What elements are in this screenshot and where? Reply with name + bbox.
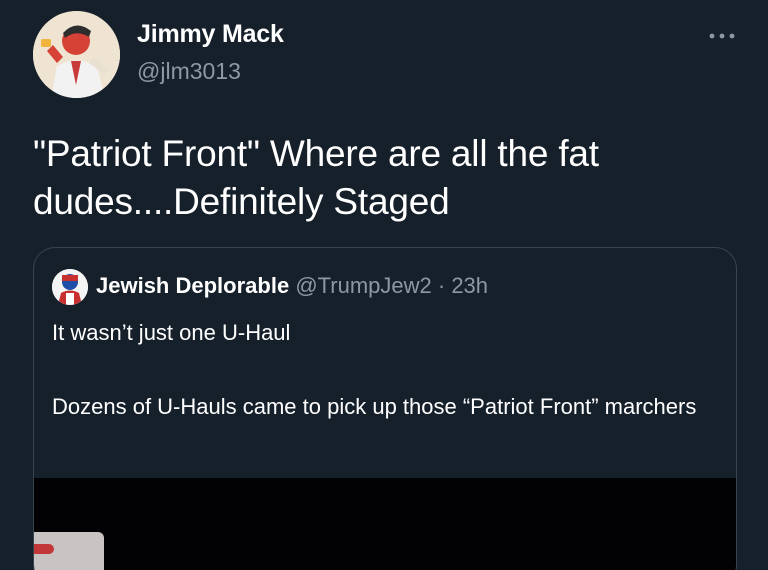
tweet-text: "Patriot Front" Where are all the fat du… [33,130,733,226]
tweet-text-line: dudes....Definitely Staged [33,181,450,222]
more-horizontal-icon [709,33,735,39]
author-name[interactable]: Jimmy Mack [137,20,284,49]
quoted-tweet-card[interactable]: Jewish Deplorable @TrumpJew2 · 23h It wa… [33,247,737,570]
author-handle[interactable]: @jlm3013 [137,58,241,85]
quoted-tweet-paragraph: It wasn’t just one U-Haul [52,320,291,345]
author-avatar[interactable] [33,11,120,98]
avatar-illustration-icon [52,269,88,305]
more-options-button[interactable] [706,22,738,50]
media-preview-object [34,532,104,570]
quoted-tweet-media[interactable] [34,478,736,570]
quoted-tweet-header: Jewish Deplorable @TrumpJew2 · 23h [96,273,488,299]
quoted-author-avatar[interactable] [52,269,88,305]
tweet: Jimmy Mack @jlm3013 "Patriot Front" Wher… [0,0,768,570]
quoted-meta-separator: · [431,273,452,298]
quoted-author-handle[interactable]: @TrumpJew2 [295,273,431,298]
quoted-tweet-timestamp[interactable]: 23h [451,273,488,298]
quoted-tweet-text: It wasn’t just one U-Haul Dozens of U-Ha… [52,314,722,425]
tweet-text-line: "Patriot Front" Where are all the fat [33,133,599,174]
quoted-tweet-paragraph: Dozens of U-Hauls came to pick up those … [52,394,697,419]
avatar-illustration-icon [33,11,120,98]
quoted-author-name[interactable]: Jewish Deplorable [96,273,289,298]
